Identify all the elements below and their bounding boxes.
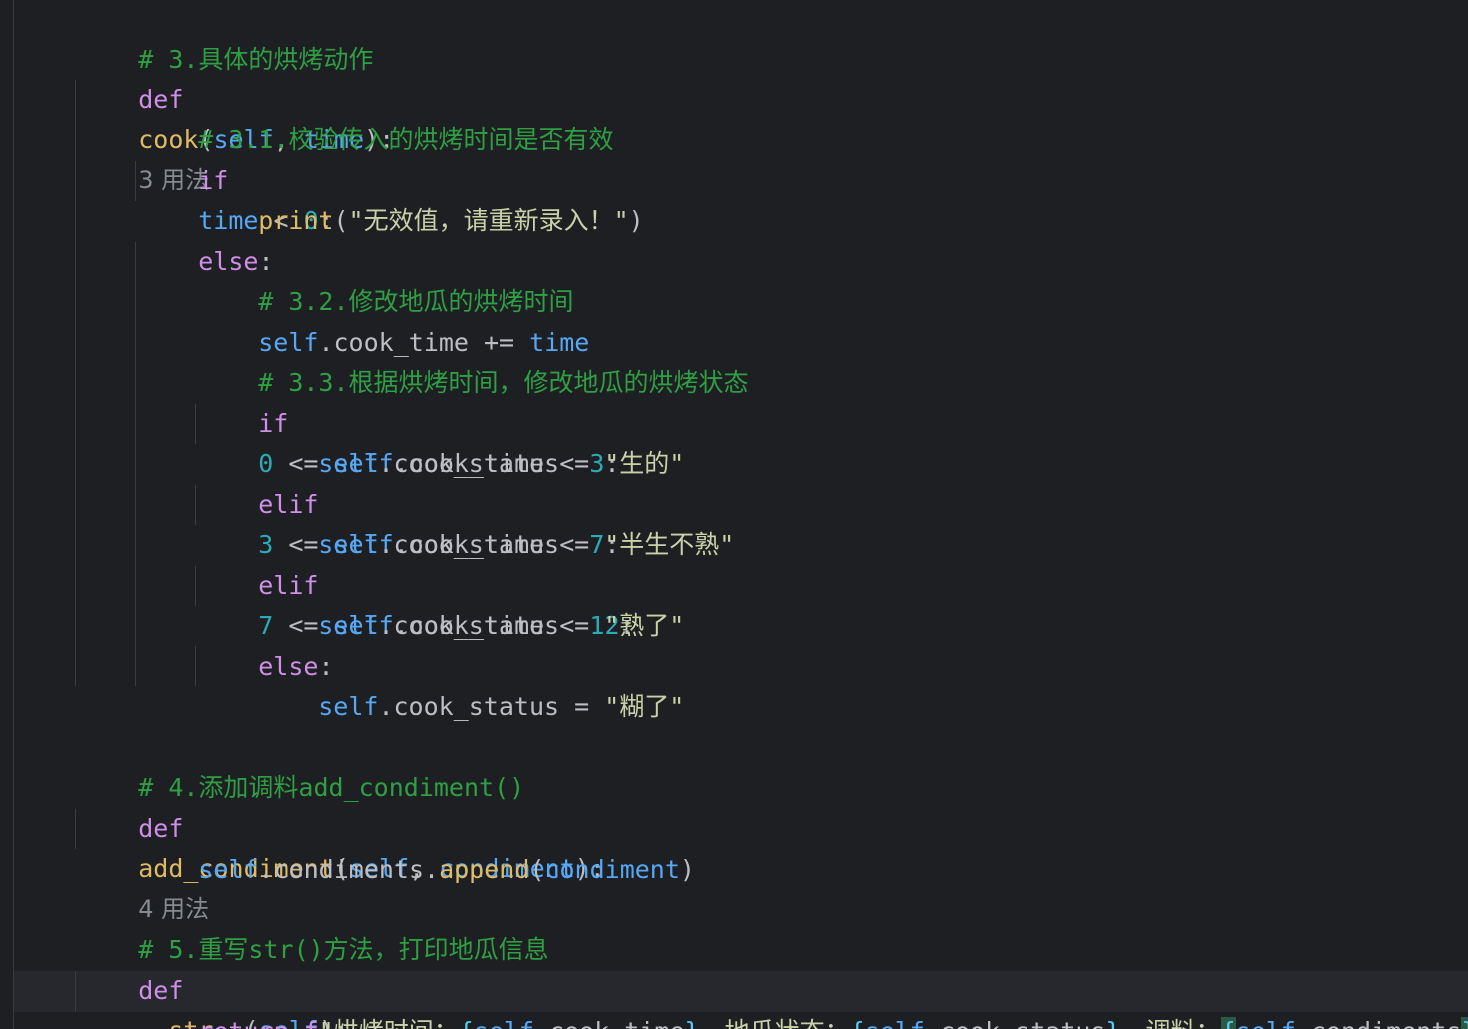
code-editor[interactable]: # 3.具体的烘烤动作 def cook(self, time): 3 用法 #… [0, 0, 1468, 1029]
attribute: .condiments [1296, 1017, 1462, 1029]
code-line[interactable]: if time < 0: [138, 121, 334, 235]
method-call: append [439, 855, 530, 884]
code-line[interactable]: # 3.1.校验传入的烘烤时间是否有效 [138, 80, 613, 154]
code-line[interactable]: else: [198, 607, 333, 681]
attribute: .cook_status [925, 1017, 1106, 1029]
code-line[interactable]: if 0 <= self.cook_time < 3: [198, 364, 619, 478]
indent-guide [75, 971, 76, 1012]
self-token: self [1236, 1017, 1296, 1029]
code-line[interactable]: elif 7 <= self.cook_time < 12: [198, 526, 634, 640]
self-token: self [318, 692, 379, 721]
code-line[interactable]: elif 3 <= self.cook_time < 7: [198, 445, 619, 559]
code-line[interactable]: # 4.添加调料add_condiment() [78, 728, 524, 802]
code-line-current[interactable]: return f"烘烤时间：{self.cook_time}，地瓜状态：{sel… [138, 972, 1468, 1029]
fstring-prefix: f [289, 1017, 319, 1029]
code-line[interactable]: # 5.重写str()方法，打印地瓜信息 [78, 890, 548, 964]
indent-guide [195, 646, 196, 686]
paren: ( [529, 855, 545, 884]
fstring-brace: } [1105, 1017, 1120, 1029]
string: "糊了" [604, 692, 685, 721]
code-line[interactable]: # 3.具体的烘烤动作 [78, 0, 373, 74]
string: "熟了" [604, 611, 685, 640]
indent-guide [195, 485, 196, 525]
paren: ( [333, 206, 349, 235]
code-line[interactable]: self.condiments.append(condiment) [138, 810, 695, 884]
code-line[interactable]: def __str__(self): [78, 931, 349, 1029]
self-token: self [865, 1017, 925, 1029]
fstring-brace: { [459, 1017, 474, 1029]
fstring-brace: } [685, 1017, 700, 1029]
code-line[interactable]: # 3.2.修改地瓜的烘烤时间 [198, 242, 573, 316]
attribute: .cook_time [534, 1017, 685, 1029]
indent-guide [75, 809, 76, 849]
self-token: self [198, 855, 259, 884]
code-line[interactable]: def add_condiment(self, condiment): 4 用法 [78, 769, 605, 923]
code-line[interactable]: print("无效值，请重新录入！") [198, 161, 644, 235]
code-line[interactable]: self.cook_status = "熟了" [258, 566, 684, 640]
attribute: .cook_status = [378, 692, 605, 721]
indent-guide [75, 80, 76, 686]
gutter-edge [13, 0, 14, 1029]
indent-guide [195, 404, 196, 444]
paren: ) [679, 855, 695, 884]
code-line[interactable]: self.cook_time += time [198, 283, 589, 357]
code-line[interactable]: else: [138, 202, 273, 276]
string: "无效值，请重新录入！" [348, 206, 629, 235]
fstring-brace-matched: { [1220, 1017, 1236, 1029]
self-token: self [474, 1017, 534, 1029]
code-line[interactable]: # 3.3.根据烘烤时间，修改地瓜的烘烤状态 [198, 323, 748, 397]
indent-guide [195, 566, 196, 606]
string: ，地瓜状态： [700, 1017, 850, 1029]
indent-guide [135, 242, 136, 686]
fstring-brace-matched: } [1461, 1017, 1468, 1029]
keyword-return: return [198, 1017, 288, 1029]
fstring-brace: { [850, 1017, 865, 1029]
parameter: condiment [544, 855, 680, 884]
string: ，调料： [1121, 1017, 1221, 1029]
code-line[interactable]: self.cook_status = "糊了" [258, 647, 684, 721]
code-line[interactable]: self.cook_status = "生的" [258, 404, 684, 478]
code-line[interactable]: def cook(self, time): 3 用法 [78, 40, 394, 194]
attribute: .condiments. [258, 855, 440, 884]
code-line[interactable]: self.cook_status = "半生不熟" [258, 485, 734, 559]
paren: ) [628, 206, 644, 235]
string: "烘烤时间： [319, 1017, 459, 1029]
attribute: .cook_status = [378, 611, 605, 640]
